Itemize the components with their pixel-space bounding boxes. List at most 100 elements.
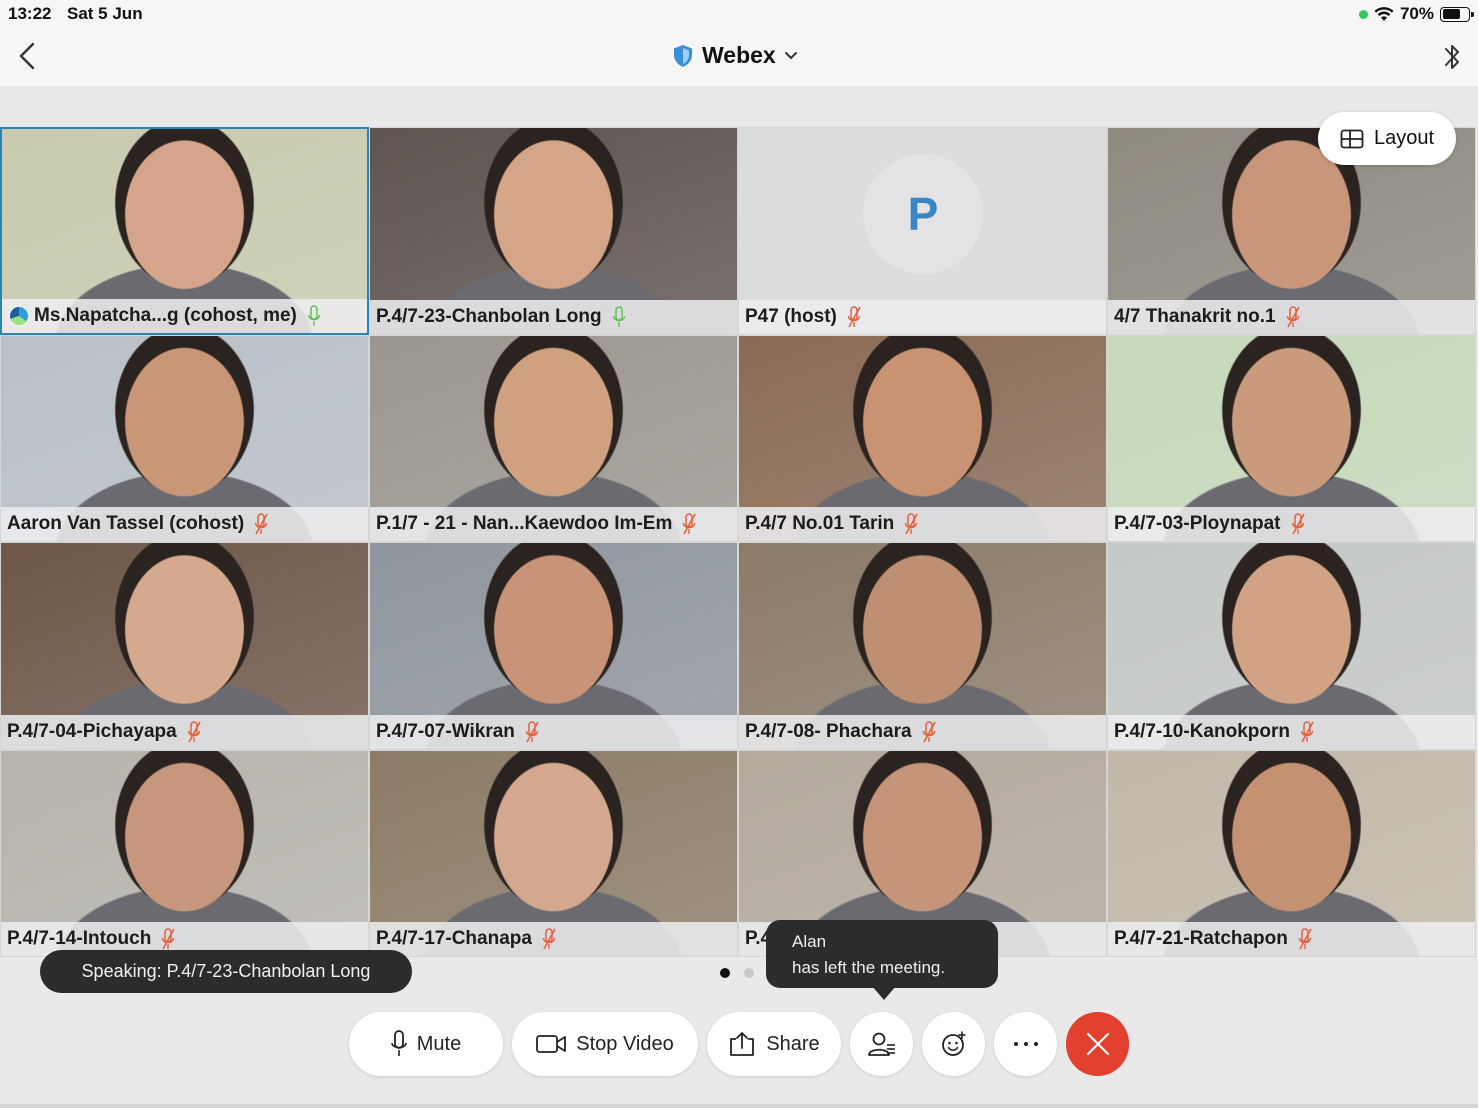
- participant-name: Ms.Napatcha...g (cohost, me): [34, 304, 297, 326]
- back-icon[interactable]: [14, 40, 42, 72]
- mic-on-icon: [602, 305, 626, 328]
- share-button-label: Share: [766, 1032, 820, 1055]
- participant-tile[interactable]: P P47 (host): [738, 127, 1107, 335]
- toast-pointer: [872, 986, 896, 1000]
- status-date: Sat 5 Jun: [67, 4, 143, 23]
- share-button[interactable]: Share: [707, 1012, 841, 1076]
- participant-name: P.4/7-04-Pichayapa: [7, 720, 177, 742]
- share-icon: [730, 1032, 755, 1056]
- meeting-title-menu[interactable]: Webex: [672, 42, 798, 69]
- participant-tile[interactable]: Aaron Van Tassel (cohost): [0, 334, 369, 542]
- stop-video-button[interactable]: Stop Video: [512, 1012, 698, 1076]
- participant-name: 4/7 Thanakrit no.1: [1114, 305, 1276, 327]
- participant-name: P.4/7-10-Kanokporn: [1114, 720, 1290, 742]
- chevron-down-icon: [784, 51, 797, 59]
- participant-name: P.4/7 No.01 Tarin: [745, 513, 895, 534]
- participant-name-bar: P.4/7-17-Chanapa: [370, 922, 737, 956]
- page-dot[interactable]: [744, 968, 754, 978]
- battery-icon: [1440, 6, 1474, 22]
- nav-bar: Webex: [0, 28, 1478, 86]
- participant-left-toast: Alan has left the meeting.: [766, 920, 998, 1000]
- mic-on-icon: [297, 304, 321, 327]
- participant-name: Aaron Van Tassel (cohost): [7, 513, 245, 534]
- participant-tile[interactable]: P.4/7-23-Chanbolan Long: [369, 127, 738, 335]
- participant-tile[interactable]: P.4/7-17-Chanapa: [369, 749, 738, 957]
- smiley-plus-icon: [941, 1031, 966, 1056]
- participant-grid: Ms.Napatcha...g (cohost, me) P.4/7-23-Cha…: [0, 127, 1478, 957]
- active-speaker-text: Speaking: P.4/7-23-Chanbolan Long: [81, 961, 371, 981]
- participant-name-bar: Ms.Napatcha...g (cohost, me): [2, 298, 367, 333]
- mic-muted-icon: [1290, 720, 1314, 743]
- page-dot-active[interactable]: [720, 968, 730, 978]
- mic-muted-icon: [837, 305, 861, 328]
- participant-name: P.4/7-21-Ratchapon: [1114, 928, 1288, 949]
- participants-icon: [867, 1032, 895, 1056]
- participant-tile[interactable]: P.4/7-03-Ploynapat: [1107, 334, 1476, 542]
- video-camera-icon: [536, 1035, 567, 1053]
- stop-video-label: Stop Video: [576, 1032, 674, 1055]
- meeting-controls: Mute Stop Video Share: [0, 1010, 1478, 1080]
- participant-name: P.1/7 - 21 - Nan...Kaewdoo Im-Em: [376, 513, 673, 534]
- participant-tile[interactable]: P.4/7-08- Phachara: [738, 542, 1107, 750]
- layout-button-label: Layout: [1373, 127, 1435, 149]
- mic-muted-icon: [1276, 305, 1300, 328]
- participant-name: P.4/7-03-Ploynapat: [1114, 513, 1281, 534]
- participant-tile[interactable]: P.4/7-07-Wikran: [369, 542, 738, 750]
- participant-name: P47 (host): [745, 305, 837, 327]
- participant-name-bar: P.4/7 No.01 Tarin: [739, 507, 1106, 541]
- mic-muted-icon: [1288, 928, 1312, 950]
- participant-tile[interactable]: P.4/7-14-Intouch: [0, 749, 369, 957]
- grid-layout-icon: [1340, 129, 1364, 148]
- bluetooth-icon[interactable]: [1440, 40, 1464, 74]
- mic-muted-icon: [672, 513, 697, 535]
- end-call-button[interactable]: [1066, 1012, 1129, 1076]
- mute-button-label: Mute: [416, 1032, 462, 1055]
- participant-tile[interactable]: P.4/7-04-Pichayapa: [0, 542, 369, 750]
- microphone-icon: [390, 1030, 407, 1056]
- participant-tile[interactable]: P.4/7 No.01 Tarin: [738, 334, 1107, 542]
- status-time: 13:22: [8, 4, 52, 23]
- participant-name: P.4/7-14-Intouch: [7, 928, 152, 949]
- participant-name: P.4/7-08- Phachara: [745, 720, 912, 742]
- mic-muted-icon: [244, 513, 268, 535]
- participant-tile[interactable]: P.4/7-10-Kanokporn: [1107, 542, 1476, 750]
- avatar: P: [863, 154, 983, 274]
- wifi-icon: [1374, 6, 1394, 21]
- shield-icon: [674, 44, 692, 67]
- close-icon: [1086, 1032, 1109, 1056]
- participant-name-bar: P.4/7-07-Wikran: [370, 714, 737, 749]
- participant-name-bar: P.1/7 - 21 - Nan...Kaewdoo Im-Em: [370, 507, 737, 541]
- participant-name-bar: P.4/7-21-Ratchapon: [1108, 922, 1475, 956]
- more-options-button[interactable]: [994, 1012, 1057, 1076]
- participant-name-bar: P.4/7-04-Pichayapa: [1, 714, 368, 749]
- participant-name: P.4/7-17-Chanapa: [376, 928, 532, 949]
- participant-tile[interactable]: Ms.Napatcha...g (cohost, me): [0, 127, 369, 335]
- participant-name-bar: P47 (host): [739, 299, 1106, 334]
- mic-muted-icon: [532, 928, 556, 950]
- ellipsis-icon: [1013, 1042, 1038, 1046]
- status-bar: 13:22 Sat 5 Jun 70%: [0, 0, 1478, 28]
- participants-button[interactable]: [850, 1012, 913, 1076]
- mic-muted-icon: [515, 720, 539, 743]
- participant-name: P.4/7-23-Chanbolan Long: [376, 305, 602, 327]
- participant-name-bar: Aaron Van Tassel (cohost): [1, 507, 368, 541]
- participant-name-bar: P.4/7-08- Phachara: [739, 714, 1106, 749]
- participant-tile[interactable]: P.1/7 - 21 - Nan...Kaewdoo Im-Em: [369, 334, 738, 542]
- page-indicator[interactable]: [720, 968, 754, 978]
- bottom-bar: [0, 1104, 1478, 1108]
- mute-button[interactable]: Mute: [349, 1012, 503, 1076]
- meeting-title: Webex: [702, 42, 776, 68]
- mic-muted-icon: [151, 928, 176, 950]
- mic-muted-icon: [894, 513, 918, 535]
- reactions-button[interactable]: [922, 1012, 985, 1076]
- layout-button[interactable]: Layout: [1318, 112, 1456, 165]
- active-speaker-toast: Speaking: P.4/7-23-Chanbolan Long: [40, 950, 412, 993]
- self-view-icon: [8, 304, 30, 327]
- mic-muted-icon: [1281, 513, 1305, 535]
- participant-name-bar: P.4/7-23-Chanbolan Long: [370, 299, 737, 334]
- battery-percent: 70%: [1399, 4, 1434, 23]
- battery-fill: [1442, 9, 1460, 19]
- participant-tile[interactable]: P.4/7-21-Ratchapon: [1107, 749, 1476, 957]
- participant-left-name: Alan: [792, 932, 827, 951]
- mic-muted-icon: [912, 720, 936, 743]
